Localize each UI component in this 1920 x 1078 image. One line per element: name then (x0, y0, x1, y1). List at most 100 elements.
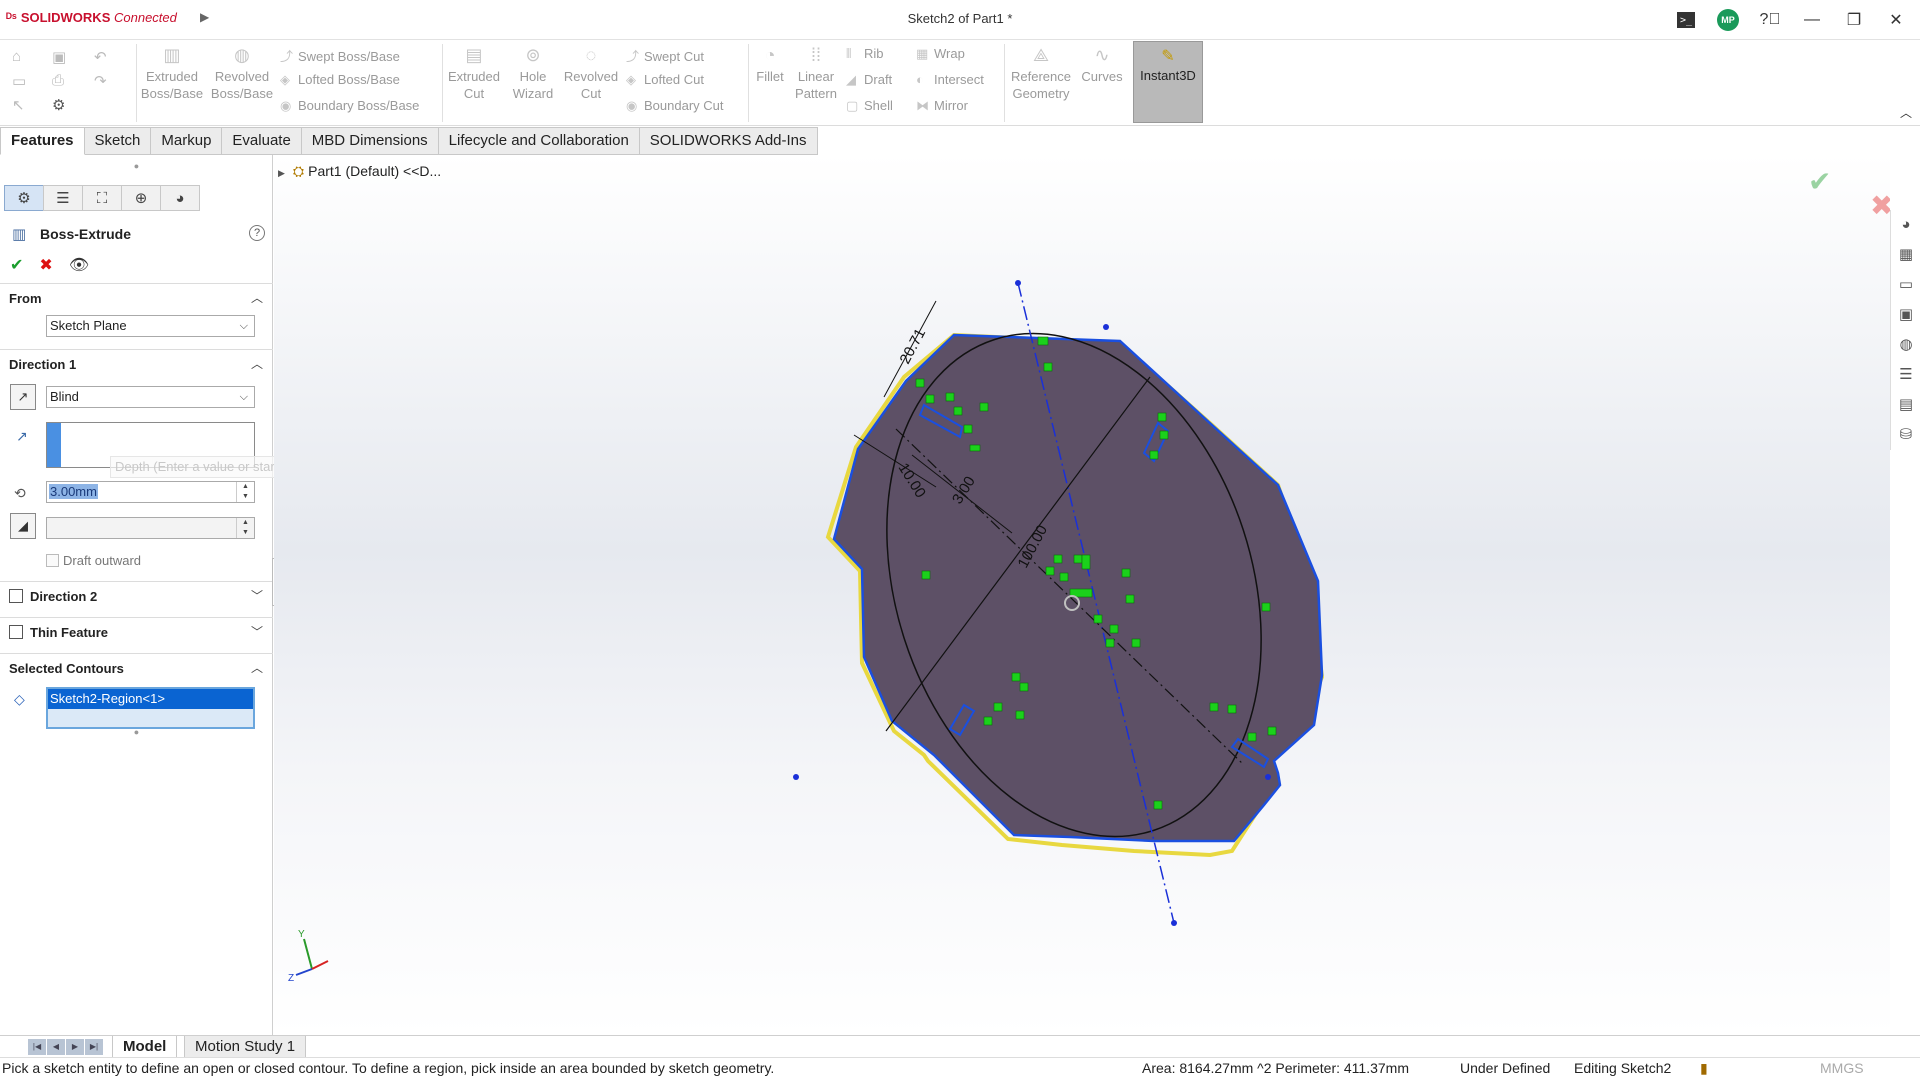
select-icon[interactable]: ↖ (12, 96, 38, 118)
tab-sketch[interactable]: Sketch (84, 127, 152, 155)
draft-icon: ◢ (846, 72, 856, 87)
feature-manager-tab-icon[interactable]: ⚙ (4, 185, 44, 211)
linear-pattern-button[interactable]: ⁞⁞ Linear Pattern (792, 40, 840, 102)
direction1-section-header[interactable]: Direction 1 ︿ (0, 349, 273, 377)
first-tab-icon[interactable]: |◀ (28, 1039, 46, 1055)
property-manager-tab-icon[interactable]: ☰ (43, 185, 83, 211)
draft-outward-box[interactable] (46, 554, 59, 567)
thin-feature-checkbox[interactable] (9, 625, 23, 639)
file-explorer-icon[interactable]: ▭ (1891, 270, 1920, 300)
view-palette-icon[interactable]: ▣ (1891, 300, 1920, 330)
instant3d-button[interactable]: ✎ Instant3D (1133, 41, 1203, 123)
draft-angle-input[interactable]: ▲ ▼ (46, 517, 255, 539)
status-units[interactable]: MMGS (1820, 1060, 1864, 1076)
extruded-cut-button[interactable]: ▤ Extruded Cut (444, 40, 504, 102)
revolved-boss-button[interactable]: ◍ Revolved Boss/Base (208, 40, 276, 102)
rib-button[interactable]: ⫴ Rib (846, 46, 884, 62)
list-resize-grip[interactable]: ● (0, 727, 273, 737)
shell-button[interactable]: ▢ Shell (846, 98, 893, 114)
dimxpert-manager-tab-icon[interactable]: ⊕ (121, 185, 161, 211)
print-icon[interactable]: ⎙ (52, 72, 78, 94)
design-library-icon[interactable]: ▦ (1891, 240, 1920, 270)
tab-features[interactable]: Features (0, 127, 85, 155)
boundary-boss-button[interactable]: ◉ Boundary Boss/Base (280, 98, 419, 114)
direction2-section-header[interactable]: Direction 2 ﹀ (0, 581, 273, 609)
tab-model[interactable]: Model (112, 1036, 178, 1058)
solidworks-logo[interactable]: ᴰˢ SOLIDWORKS Connected (6, 10, 177, 25)
from-section-header[interactable]: From ︿ (0, 283, 273, 311)
intersect-button[interactable]: ◐ Intersect (916, 72, 984, 87)
tab-markup[interactable]: Markup (151, 127, 223, 155)
reverse-direction-icon[interactable]: ↗ (10, 384, 36, 410)
boundary-cut-button[interactable]: ◉ Boundary Cut (626, 98, 724, 114)
save-icon[interactable]: ▣ (52, 48, 78, 70)
depth-input[interactable]: 3.00mm ▲ ▼ (46, 481, 255, 503)
contour-item[interactable]: Sketch2-Region<1> (48, 689, 253, 709)
options-gear-icon[interactable]: ⚙ (52, 96, 78, 118)
ok-checkmark-icon[interactable]: ✔ (10, 255, 23, 275)
draft-on-off-icon[interactable]: ◢ (10, 513, 36, 539)
mirror-button[interactable]: ⧓ Mirror (916, 98, 968, 114)
tab-motion-study[interactable]: Motion Study 1 (184, 1036, 307, 1058)
extruded-boss-button[interactable]: ▥ Extruded Boss/Base (138, 40, 206, 102)
new-document-icon[interactable]: ▭ (12, 72, 38, 94)
draft-angle-spinner[interactable]: ▲ ▼ (236, 518, 254, 538)
tab-lifecycle[interactable]: Lifecycle and Collaboration (438, 127, 640, 155)
help-icon[interactable]: ?⃝ (1752, 6, 1788, 34)
swept-boss-button[interactable]: ⤴ Swept Boss/Base (280, 46, 400, 65)
close-button[interactable]: ✕ (1878, 6, 1914, 34)
revolved-cut-button[interactable]: ◌ Revolved Cut (562, 40, 620, 102)
last-tab-icon[interactable]: ▶| (85, 1039, 103, 1055)
direction2-label: Direction 2 (30, 589, 98, 604)
cancel-x-icon[interactable]: ✖ (39, 255, 52, 275)
graphics-area[interactable]: ▶ ⛭ Part1 (Default) <<D... ✔ ✖ 20.71 10.00… (274, 155, 1890, 1035)
thin-feature-section-header[interactable]: Thin Feature ﹀ (0, 617, 273, 645)
lofted-cut-button[interactable]: ◈ Lofted Cut (626, 72, 704, 88)
forum-icon[interactable]: ▤ (1891, 390, 1920, 420)
minimize-button[interactable]: — (1794, 6, 1830, 34)
end-condition-select[interactable]: Blind ⌵ (46, 386, 255, 408)
3dexperience-icon[interactable]: ⛁ (1891, 420, 1920, 450)
mirror-icon: ⧓ (916, 98, 929, 113)
draft-outward-checkbox[interactable]: Draft outward (46, 553, 141, 568)
restore-button[interactable]: ❐ (1836, 6, 1872, 34)
curves-button[interactable]: ∿ Curves (1078, 40, 1126, 85)
home-icon[interactable]: ⌂ (12, 48, 38, 70)
appearances-icon[interactable]: ◍ (1891, 330, 1920, 360)
reference-geometry-button[interactable]: ⟁ Reference Geometry (1006, 40, 1076, 102)
solidworks-resources-icon[interactable]: ◕ (1891, 210, 1920, 240)
depth-spinner[interactable]: ▲ ▼ (236, 482, 254, 502)
selected-contours-list[interactable]: Sketch2-Region<1> (46, 687, 255, 729)
custom-properties-icon[interactable]: ☰ (1891, 360, 1920, 390)
fillet-button[interactable]: ◔ Fillet (750, 40, 790, 85)
selected-contours-section-header[interactable]: Selected Contours ︿ (0, 653, 273, 681)
hole-wizard-button[interactable]: ⊚ Hole Wizard (504, 40, 562, 102)
draft-button[interactable]: ◢ Draft (846, 72, 892, 88)
user-avatar[interactable]: MP (1710, 6, 1746, 34)
sketch-canvas[interactable]: 20.71 10.00 3.00 100.00 (274, 155, 1890, 1035)
tab-evaluate[interactable]: Evaluate (222, 127, 302, 155)
selected-contours-label: Selected Contours (9, 661, 124, 676)
from-select[interactable]: Sketch Plane ⌵ (46, 315, 255, 337)
lofted-boss-button[interactable]: ◈ Lofted Boss/Base (280, 72, 400, 88)
document-title: Sketch2 of Part1 * (907, 11, 1013, 26)
prev-tab-icon[interactable]: ◀ (47, 1039, 65, 1055)
tab-navigation: |◀ ◀ ▶ ▶| (28, 1039, 103, 1055)
redo-icon[interactable]: ↷ (94, 72, 120, 94)
wrap-button[interactable]: ▦ Wrap (916, 46, 965, 62)
next-tab-icon[interactable]: ▶ (66, 1039, 84, 1055)
display-manager-tab-icon[interactable]: ◕ (160, 185, 200, 211)
preview-eye-icon[interactable]: 👁 (69, 255, 89, 275)
panel-grip[interactable]: ● (0, 161, 273, 171)
help-icon[interactable]: ? (249, 225, 265, 241)
menu-expand-arrow-icon[interactable]: ▶ (200, 10, 209, 24)
undo-icon[interactable]: ↶ (94, 48, 120, 70)
ribbon-collapse-icon[interactable]: ︿ (1900, 104, 1912, 121)
configuration-manager-tab-icon[interactable]: ⛶ (82, 185, 122, 211)
swept-cut-button[interactable]: ⤴ Swept Cut (626, 46, 704, 65)
terminal-icon[interactable]: >_ (1668, 6, 1704, 34)
tab-mbd-dimensions[interactable]: MBD Dimensions (301, 127, 439, 155)
tab-addins[interactable]: SOLIDWORKS Add-Ins (639, 127, 818, 155)
rebuild-icon[interactable]: ▮ (1700, 1060, 1708, 1077)
direction2-checkbox[interactable] (9, 589, 23, 603)
